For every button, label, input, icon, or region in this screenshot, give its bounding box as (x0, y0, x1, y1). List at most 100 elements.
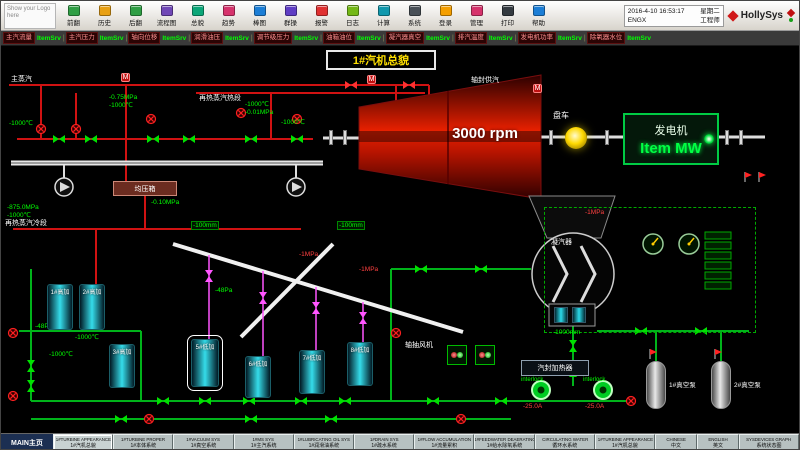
shaft-exhaust-fan-icon[interactable] (475, 345, 495, 365)
valve-icon[interactable] (147, 135, 159, 143)
heater-3#高加[interactable]: 3#高加 (109, 344, 135, 388)
valve-icon[interactable] (403, 81, 415, 89)
valve-icon[interactable] (312, 302, 320, 314)
nav-page-button[interactable]: 1#TURBINE PROPER1#本体系统 (113, 434, 173, 450)
toolbar-button[interactable]: 管理 (461, 5, 492, 27)
toolbar-button[interactable]: 棒图 (244, 5, 275, 27)
valve-icon[interactable] (415, 265, 427, 273)
ticker-tag-label[interactable]: 轴向位移 (128, 32, 160, 44)
closed-valve-indicator-icon[interactable] (37, 125, 46, 134)
toolbar-button[interactable]: 历史 (89, 5, 120, 27)
toolbar-button[interactable]: 流程图 (151, 5, 182, 27)
valve-icon[interactable] (115, 415, 127, 423)
nav-page-button[interactable]: 1#FLOW ACCUMULATION1#流量累积 (414, 434, 474, 450)
closed-valve-indicator-icon[interactable] (627, 397, 636, 406)
closed-valve-indicator-icon[interactable] (9, 329, 18, 338)
ticker-tag-label[interactable]: 调节级压力 (254, 32, 293, 44)
valve-icon[interactable] (359, 312, 367, 324)
closed-valve-indicator-icon[interactable] (392, 329, 401, 338)
vacuum-pump-tank[interactable] (711, 361, 731, 409)
nav-language-button[interactable]: SYSDEVICES GRAPH系统状态图 (739, 434, 799, 450)
mimic-label: -100mm (191, 221, 219, 230)
heater-1#高加[interactable]: 1#高加 (47, 284, 73, 330)
equipment-box[interactable]: 汽封加热器 (521, 360, 589, 376)
pump-icon[interactable] (287, 178, 305, 196)
valve-icon[interactable] (27, 360, 35, 372)
nav-page-button[interactable]: CIRCULATING WATER循环水系统 (535, 434, 595, 450)
shaft-exhaust-fan-icon[interactable] (447, 345, 467, 365)
valve-icon[interactable] (183, 135, 195, 143)
valve-icon[interactable] (205, 270, 213, 282)
valve-icon[interactable] (495, 397, 507, 405)
toolbar-button[interactable]: 登录 (430, 5, 461, 27)
closed-valve-indicator-icon[interactable] (457, 415, 466, 424)
mimic-label: -1MPa (359, 266, 378, 273)
toolbar-button[interactable]: 计算 (368, 5, 399, 27)
valve-icon[interactable] (85, 135, 97, 143)
nav-page-button[interactable]: 1#TURBINE APPEARANCE1#汽机总貌 (595, 434, 655, 450)
equipment-box[interactable]: 均压箱 (113, 181, 177, 196)
nav-page-button[interactable]: 1#FEEDWATER DEAERATING1#给水除氧系统 (474, 434, 534, 450)
nav-language-button[interactable]: ENGLISH英文 (697, 434, 739, 450)
nav-language-button[interactable]: CHINESE中文 (655, 434, 697, 450)
toolbar-button[interactable]: 报警 (306, 5, 337, 27)
closed-valve-indicator-icon[interactable] (9, 392, 18, 401)
closed-valve-indicator-icon[interactable] (145, 415, 154, 424)
toolbar-button[interactable]: 前翻 (58, 5, 89, 27)
nav-main-button[interactable]: MAIN主页 (1, 434, 53, 450)
valve-icon[interactable] (345, 81, 357, 89)
condensate-pump-icon[interactable] (532, 381, 550, 399)
nav-page-button[interactable]: 1#MS SYS1#主汽系统 (234, 434, 294, 450)
ticker-tag-label[interactable]: 除氧器水位 (587, 32, 626, 44)
valve-icon[interactable] (325, 415, 337, 423)
valve-icon[interactable] (569, 340, 577, 352)
nav-page-button[interactable]: 1#VACUUM SYS1#真空系统 (173, 434, 233, 450)
nav-page-button[interactable]: 1#LUBRICATING OIL SYS1#润滑油系统 (294, 434, 354, 450)
vacuum-pump-tank[interactable] (646, 361, 666, 409)
heater-8#低加[interactable]: 8#低加 (347, 342, 373, 386)
valve-icon[interactable] (245, 135, 257, 143)
ticker-tag-label[interactable]: 主汽流量 (3, 32, 35, 44)
valve-icon[interactable] (199, 397, 211, 405)
motor-valve-icon[interactable]: M (367, 75, 376, 84)
heater-6#低加[interactable]: 6#低加 (245, 356, 271, 398)
valve-icon[interactable] (259, 292, 267, 304)
heater-2#高加[interactable]: 2#高加 (79, 284, 105, 330)
turning-gear-icon[interactable] (565, 127, 587, 149)
pump-icon[interactable] (55, 178, 73, 196)
ticker-tag-label[interactable]: 凝汽器真空 (386, 32, 425, 44)
ticker-tag-label[interactable]: 主汽压力 (66, 32, 98, 44)
condensate-pump-icon[interactable] (594, 381, 612, 399)
nav-page-button[interactable]: 1#DRAIN SYS1#疏水系统 (354, 434, 414, 450)
ticker-tag-label[interactable]: 润滑油压 (191, 32, 223, 44)
ticker-tag-label[interactable]: 发电机功率 (518, 32, 557, 44)
motor-valve-icon[interactable]: M (533, 84, 542, 93)
toolbar-button[interactable]: 趋势 (213, 5, 244, 27)
valve-icon[interactable] (27, 380, 35, 392)
toolbar-button[interactable]: 打印 (492, 5, 523, 27)
toolbar-button[interactable]: 总貌 (182, 5, 213, 27)
valve-icon[interactable] (427, 397, 439, 405)
closed-valve-indicator-icon[interactable] (147, 115, 156, 124)
generator-block[interactable]: 发电机 Item MW (623, 113, 719, 165)
toolbar-button[interactable]: 后翻 (120, 5, 151, 27)
valve-icon[interactable] (295, 397, 307, 405)
ticker-tag-label[interactable]: 排汽温度 (455, 32, 487, 44)
ticker-tag-label[interactable]: 油箱油位 (323, 32, 355, 44)
closed-valve-indicator-icon[interactable] (72, 125, 81, 134)
toolbar-button[interactable]: 帮助 (523, 5, 554, 27)
valve-icon[interactable] (243, 397, 255, 405)
heater-7#低加[interactable]: 7#低加 (299, 350, 325, 394)
valve-icon[interactable] (245, 415, 257, 423)
heater-5#低加[interactable]: 5#低加 (191, 339, 219, 387)
valve-icon[interactable] (157, 397, 169, 405)
valve-icon[interactable] (291, 135, 303, 143)
nav-page-button[interactable]: 1#TURBINE APPEARANCE1#汽机总貌 (53, 434, 113, 450)
toolbar-button[interactable]: 日志 (337, 5, 368, 27)
toolbar-button[interactable]: 系统 (399, 5, 430, 27)
valve-icon[interactable] (339, 397, 351, 405)
valve-icon[interactable] (475, 265, 487, 273)
motor-valve-icon[interactable]: M (121, 73, 130, 82)
valve-icon[interactable] (53, 135, 65, 143)
toolbar-button[interactable]: 群操 (275, 5, 306, 27)
